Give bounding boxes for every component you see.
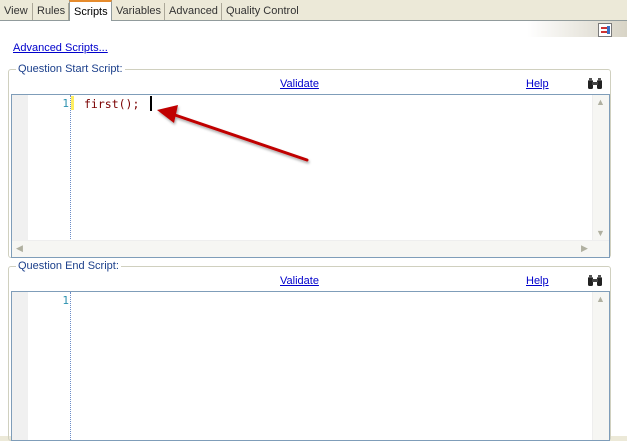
end-help-link[interactable]: Help <box>526 275 549 287</box>
start-help-link[interactable]: Help <box>526 78 549 90</box>
scroll-up-icon[interactable]: ▲ <box>593 292 608 307</box>
scroll-down-icon[interactable]: ▼ <box>593 226 608 241</box>
line-number-column: 1 <box>28 292 69 440</box>
vertical-scrollbar[interactable]: ▲ <box>592 292 609 440</box>
editor-gutter <box>12 95 28 257</box>
code-line[interactable]: first(); <box>84 97 139 111</box>
scroll-left-icon[interactable]: ◀ <box>12 241 27 256</box>
line-number: 1 <box>62 294 69 307</box>
start-script-editor[interactable]: 1 first(); ▲ ▼ ◀ ▶ <box>11 94 610 258</box>
question-start-script-group: Question Start Script: Validate Help 1 f… <box>8 63 611 258</box>
end-validate-link[interactable]: Validate <box>280 275 319 287</box>
tab-advanced[interactable]: Advanced <box>165 3 222 20</box>
question-end-script-group: Question End Script: Validate Help 1 ▲ <box>8 260 611 441</box>
changed-line-marker <box>71 96 74 110</box>
start-validate-link[interactable]: Validate <box>280 78 319 90</box>
scroll-up-icon[interactable]: ▲ <box>593 95 608 110</box>
line-number: 1 <box>62 97 69 110</box>
binoculars-icon[interactable] <box>587 78 603 90</box>
question-start-script-label: Question Start Script: <box>16 63 125 75</box>
properties-icon[interactable] <box>598 23 612 37</box>
tab-scripts[interactable]: Scripts <box>69 0 112 21</box>
advanced-scripts-link[interactable]: Advanced Scripts... <box>13 42 108 54</box>
scroll-right-icon[interactable]: ▶ <box>577 241 592 256</box>
question-end-script-label: Question End Script: <box>16 260 121 272</box>
end-script-editor[interactable]: 1 ▲ <box>11 291 610 441</box>
line-number-column: 1 <box>28 95 69 257</box>
tab-quality-control[interactable]: Quality Control <box>222 3 304 20</box>
text-caret <box>150 96 152 111</box>
panel-header-strip <box>527 21 627 37</box>
tab-strip: View Rules Scripts Variables Advanced Qu… <box>0 0 627 21</box>
vertical-scrollbar[interactable]: ▲ ▼ <box>592 95 609 241</box>
horizontal-scrollbar[interactable]: ◀ ▶ <box>12 240 609 257</box>
tab-variables[interactable]: Variables <box>112 3 165 20</box>
tab-rules[interactable]: Rules <box>33 3 69 20</box>
editor-gutter <box>12 292 28 440</box>
binoculars-icon[interactable] <box>587 275 603 287</box>
gutter-separator <box>70 292 71 440</box>
gutter-separator <box>70 95 71 257</box>
tab-view[interactable]: View <box>0 3 33 20</box>
scripts-panel: Advanced Scripts... Question Start Scrip… <box>0 20 627 441</box>
